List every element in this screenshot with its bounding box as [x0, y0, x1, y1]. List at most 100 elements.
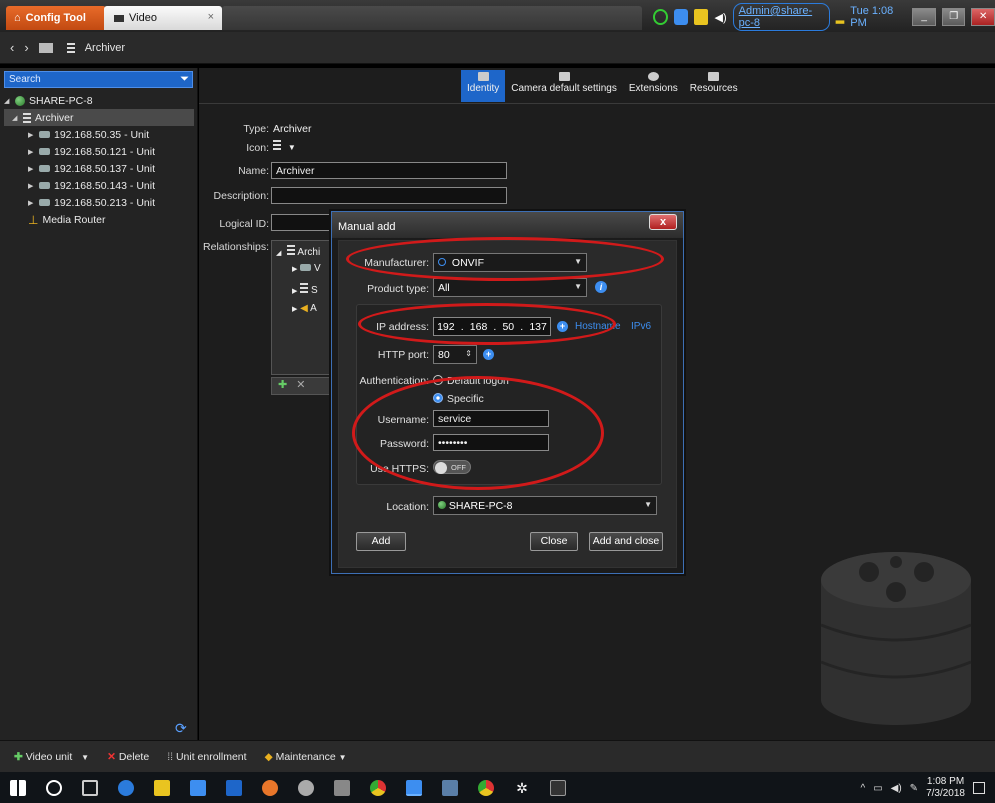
- chrome-icon[interactable]: [370, 779, 386, 796]
- description-field[interactable]: [271, 187, 507, 204]
- collapse-icon[interactable]: ◢: [4, 97, 11, 105]
- info-icon[interactable]: i: [595, 281, 607, 293]
- add-button[interactable]: Add: [356, 532, 406, 551]
- user-link[interactable]: Admin@share-pc-8: [732, 3, 830, 31]
- name-field[interactable]: Archiver: [271, 162, 507, 179]
- chrome-icon[interactable]: [478, 779, 494, 796]
- filter-icon[interactable]: ⏷: [180, 73, 189, 86]
- expand-icon[interactable]: ▶: [28, 148, 35, 156]
- ip-octet[interactable]: 168: [470, 321, 488, 333]
- rel-item[interactable]: ▶ ◀ A: [292, 303, 317, 314]
- tree-item-unit[interactable]: ▶ 192.168.50.143 - Unit: [4, 177, 194, 194]
- warning-icon[interactable]: [694, 9, 709, 25]
- hostname-link[interactable]: Hostname: [575, 321, 621, 332]
- forward-icon[interactable]: ›: [24, 40, 28, 55]
- cortana-icon[interactable]: [46, 779, 62, 796]
- app-icon[interactable]: [190, 779, 206, 796]
- password-field[interactable]: ••••••••: [433, 434, 549, 451]
- icon-picker[interactable]: ▼: [273, 140, 296, 153]
- terminal-icon[interactable]: [550, 779, 566, 796]
- file-explorer-icon[interactable]: [154, 779, 170, 796]
- collapse-icon[interactable]: ◢: [12, 114, 19, 122]
- app-icon[interactable]: [226, 779, 242, 796]
- volume-icon[interactable]: ◀): [891, 783, 902, 794]
- ip-address-field[interactable]: 192. 168. 50. 137: [433, 317, 551, 336]
- restore-button[interactable]: ❐: [941, 8, 966, 26]
- app-icon[interactable]: [334, 779, 350, 796]
- product-type-select[interactable]: All ▼: [433, 278, 587, 297]
- refresh-icon[interactable]: ⟳: [175, 720, 187, 737]
- http-port-stepper[interactable]: 80 ⇕: [433, 345, 477, 364]
- use-https-toggle[interactable]: OFF: [433, 460, 471, 474]
- username-field[interactable]: service: [433, 410, 549, 427]
- add-port-icon[interactable]: +: [483, 349, 494, 360]
- auth-default-label[interactable]: Default logon: [447, 375, 509, 387]
- tree-item-unit[interactable]: ▶ 192.168.50.137 - Unit: [4, 160, 194, 177]
- add-and-close-button[interactable]: Add and close: [589, 532, 663, 551]
- notification-icon[interactable]: [673, 9, 689, 25]
- expand-icon[interactable]: ▶: [292, 266, 297, 273]
- expand-icon[interactable]: ▶: [292, 306, 297, 313]
- network-icon[interactable]: ▭: [873, 783, 882, 794]
- tree-item-archiver[interactable]: ◢ Archiver: [4, 109, 194, 126]
- home-tasks-icon[interactable]: [38, 42, 53, 53]
- expand-icon[interactable]: ▶: [28, 165, 35, 173]
- ip-octet[interactable]: 50: [502, 321, 514, 333]
- tab-identity[interactable]: Identity: [461, 70, 506, 102]
- rel-item[interactable]: ▶ S: [292, 283, 318, 296]
- collapse-icon[interactable]: ◢: [276, 250, 281, 257]
- action-center-icon[interactable]: [973, 782, 985, 794]
- add-ip-range-icon[interactable]: +: [557, 321, 568, 332]
- config-tool-taskbar-icon[interactable]: [406, 779, 422, 796]
- maintenance-button[interactable]: ◆ Maintenance ▼: [265, 751, 347, 763]
- auth-specific-label[interactable]: Specific: [447, 393, 484, 405]
- breadcrumb[interactable]: Archiver: [85, 42, 125, 54]
- tree-item-media-router[interactable]: ⊥ Media Router: [4, 211, 194, 228]
- search-input[interactable]: Search ⏷: [4, 71, 193, 88]
- unit-enrollment-button[interactable]: ⁞⁞ Unit enrollment: [167, 751, 246, 763]
- tab-video[interactable]: Video ×: [104, 6, 222, 30]
- expand-icon[interactable]: ▶: [28, 199, 35, 207]
- chevron-down-icon[interactable]: ▼: [81, 753, 89, 762]
- auth-default-radio[interactable]: [433, 375, 443, 385]
- auth-specific-radio[interactable]: [433, 393, 443, 403]
- close-window-button[interactable]: ✕: [971, 8, 995, 26]
- task-view-icon[interactable]: [82, 779, 98, 796]
- taskbar-clock[interactable]: 1:08 PM 7/3/2018: [926, 776, 965, 800]
- delete-button[interactable]: ✕ Delete: [107, 751, 149, 763]
- minimize-button[interactable]: _: [912, 8, 936, 26]
- settings-icon[interactable]: ✲: [514, 780, 530, 796]
- tab-camera-default-settings[interactable]: Camera default settings: [505, 70, 623, 102]
- rel-root[interactable]: ◢ Archi: [276, 245, 320, 258]
- rel-item[interactable]: ▶ V: [292, 263, 321, 274]
- show-hidden-icons[interactable]: ^: [860, 783, 865, 794]
- close-button[interactable]: Close: [530, 532, 578, 551]
- expand-icon[interactable]: ▶: [28, 182, 35, 190]
- add-icon[interactable]: ✚: [278, 379, 287, 391]
- manufacturer-select[interactable]: ONVIF ▼: [433, 253, 587, 272]
- app-icon[interactable]: [298, 779, 314, 796]
- ip-octet[interactable]: 137: [529, 321, 547, 333]
- ok-status-icon[interactable]: [653, 9, 668, 25]
- app-icon[interactable]: [442, 779, 458, 796]
- tab-extensions[interactable]: Extensions: [623, 70, 684, 102]
- expand-icon[interactable]: ▶: [28, 131, 35, 139]
- firefox-icon[interactable]: [262, 779, 278, 796]
- tab-resources[interactable]: Resources: [684, 70, 744, 102]
- tree-item-unit[interactable]: ▶ 192.168.50.35 - Unit: [4, 126, 194, 143]
- tree-item-server[interactable]: ◢ SHARE-PC-8: [4, 92, 194, 109]
- pen-icon[interactable]: ✎: [910, 783, 918, 794]
- close-tab-icon[interactable]: ×: [208, 11, 214, 23]
- stepper-icon[interactable]: ⇕: [465, 349, 472, 358]
- add-video-unit-button[interactable]: ✚ Video unit ▼: [14, 751, 89, 763]
- tab-config-tool[interactable]: ⌂ Config Tool: [6, 6, 106, 30]
- logical-id-field[interactable]: [271, 214, 333, 231]
- ipv6-link[interactable]: IPv6: [631, 321, 651, 332]
- back-icon[interactable]: ‹: [10, 40, 14, 55]
- dialog-close-button[interactable]: x: [649, 214, 677, 230]
- remove-icon[interactable]: ✕: [296, 379, 305, 391]
- windows-start-icon[interactable]: [10, 779, 26, 796]
- tree-item-unit[interactable]: ▶ 192.168.50.213 - Unit: [4, 194, 194, 211]
- edge-icon[interactable]: [118, 779, 134, 796]
- tree-item-unit[interactable]: ▶ 192.168.50.121 - Unit: [4, 143, 194, 160]
